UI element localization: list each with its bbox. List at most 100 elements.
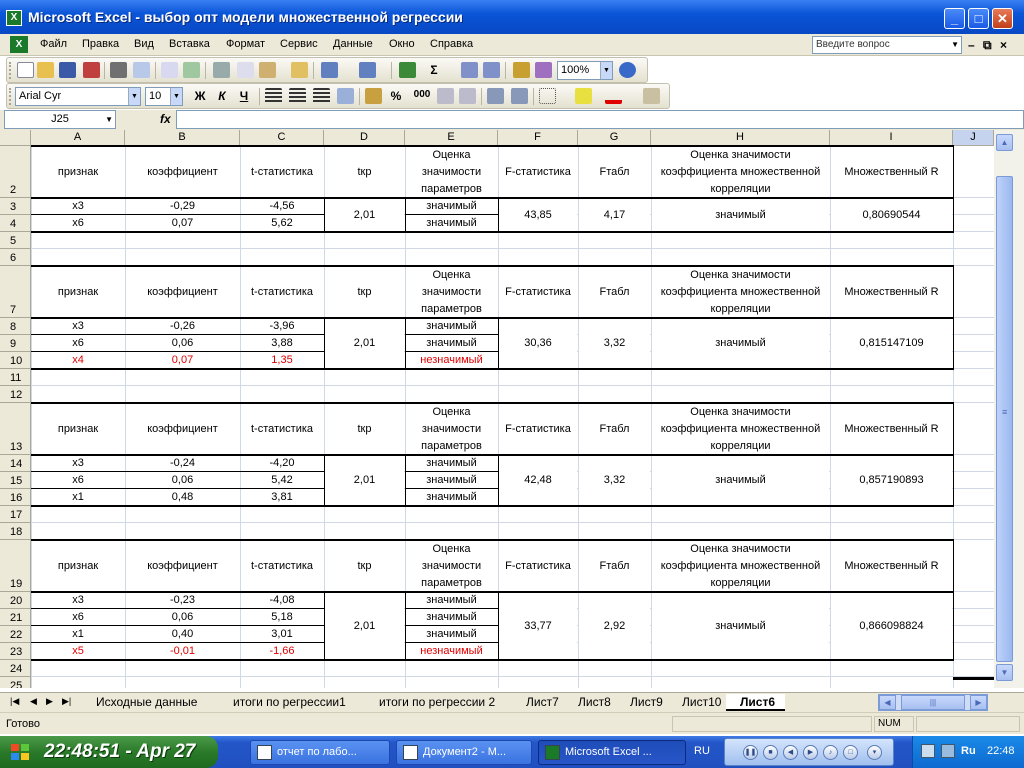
header-e[interactable]: Оценка значимости параметров [406,404,497,454]
cell-f-table[interactable]: 2,92 [579,593,650,659]
cell-coefficient[interactable]: 0,07 [126,216,239,231]
header-b[interactable]: коэффициент [126,404,239,454]
cell-t-statistic[interactable]: -4,56 [241,199,323,214]
chevron-down-icon[interactable]: ▼ [128,88,140,105]
align-left-icon[interactable] [265,88,282,104]
start-button[interactable]: 22:48:51 - Apr 27 [0,736,218,768]
cell-coefficient[interactable]: -0,29 [126,199,239,214]
bold-button[interactable]: Ж [191,89,209,103]
cell-feature[interactable]: x1 [32,490,124,505]
select-all-corner[interactable] [0,130,31,146]
save-icon[interactable] [59,62,76,78]
cell-t-critical[interactable]: 2,01 [325,319,404,368]
function-icon[interactable]: fx [160,112,171,126]
next-sheet-icon[interactable]: ▶ [46,696,53,707]
cell-multiple-r[interactable]: 0,866098824 [831,593,952,659]
task-word-document2[interactable]: Документ2 - М... [396,740,532,765]
cell-f-table[interactable]: 4,17 [579,199,650,231]
toolbar-options-icon[interactable] [643,88,660,104]
cell-coefficient[interactable]: -0,26 [126,319,239,334]
header-d[interactable]: tкр [325,541,404,591]
cell-multiple-r[interactable]: 0,80690544 [831,199,952,231]
first-sheet-icon[interactable]: |◀ [10,696,19,707]
row-header[interactable]: 7 [0,266,31,318]
header-d[interactable]: tкр [325,147,404,197]
sort-descending-icon[interactable] [483,62,500,78]
cell-param-significance[interactable]: значимый [406,490,497,505]
cell-t-statistic[interactable]: -3,96 [241,319,323,334]
vertical-scrollbar[interactable]: ▲ ≡ ▼ [994,130,1024,688]
menu-insert[interactable]: Вставка [169,38,210,50]
doc-close-button[interactable]: × [1000,38,1007,52]
cell-coefficient[interactable]: -0,01 [126,644,239,659]
cell-coefficient[interactable]: -0,23 [126,593,239,608]
row-header[interactable]: 6 [0,249,31,266]
row-header[interactable]: 14 [0,455,31,472]
row-header[interactable]: 13 [0,403,31,455]
align-right-icon[interactable] [313,88,330,104]
cell-coefficient[interactable]: 0,06 [126,610,239,625]
cell-feature[interactable]: x3 [32,319,124,334]
header-h[interactable]: Оценка значимости коэффициента множестве… [652,267,829,317]
zoom-select[interactable]: 100% ▼ [557,61,613,80]
header-i[interactable]: Множественный R [831,404,952,454]
row-header[interactable]: 22 [0,626,31,643]
title-bar[interactable]: X Microsoft Excel - выбор опт модели мно… [0,0,1024,34]
undo-icon[interactable] [321,62,338,78]
name-box[interactable]: J25 ▼ [4,110,116,129]
permission-icon[interactable] [83,62,100,78]
scroll-left-icon[interactable]: ◀ [879,695,896,710]
help-question-input[interactable]: Введите вопрос ▼ [812,36,962,54]
cell-t-statistic[interactable]: 3,88 [241,336,323,351]
header-e[interactable]: Оценка значимости параметров [406,267,497,317]
row-header[interactable]: 2 [0,146,31,198]
cell-f-statistic[interactable]: 42,48 [499,456,577,505]
cell-feature[interactable]: x6 [32,610,124,625]
merge-center-icon[interactable] [337,88,354,104]
display-icon[interactable] [941,744,955,758]
header-a[interactable]: признак [32,267,124,317]
percent-button[interactable]: % [387,89,405,103]
row-header[interactable]: 4 [0,215,31,232]
cell-t-statistic[interactable]: -4,20 [241,456,323,471]
task-excel[interactable]: Microsoft Excel ... [538,740,686,765]
column-header[interactable]: I [830,130,953,146]
minimize-button[interactable]: _ [944,8,965,29]
cell-param-significance[interactable]: значимый [406,319,497,334]
sheet-tab-source-data[interactable]: Исходные данные [82,694,197,711]
row-header[interactable]: 12 [0,386,31,403]
header-c[interactable]: t-статистика [241,147,323,197]
cell-f-statistic[interactable]: 30,36 [499,319,577,368]
fill-color-icon[interactable] [575,88,592,104]
header-f[interactable]: F-статистика [499,147,577,197]
cell-f-table[interactable]: 3,32 [579,319,650,368]
stop-icon[interactable]: ■ [763,745,778,760]
row-header[interactable]: 3 [0,198,31,215]
font-color-icon[interactable] [605,88,622,104]
research-icon[interactable] [183,62,200,78]
pause-icon[interactable]: ❚❚ [743,745,758,760]
cell-t-statistic[interactable]: 5,62 [241,216,323,231]
cell-correlation-significance[interactable]: значимый [652,593,829,659]
row-header[interactable]: 23 [0,643,31,660]
header-f[interactable]: F-статистика [499,404,577,454]
italic-button[interactable]: К [213,89,231,103]
row-header[interactable]: 21 [0,609,31,626]
cell-t-statistic[interactable]: 3,01 [241,627,323,642]
print-preview-icon[interactable] [133,62,150,78]
cell-correlation-significance[interactable]: значимый [652,199,829,231]
menu-data[interactable]: Данные [333,38,373,50]
scroll-right-icon[interactable]: ▶ [970,695,987,710]
row-header[interactable]: 9 [0,335,31,352]
cell-t-statistic[interactable]: 5,42 [241,473,323,488]
row-header[interactable]: 16 [0,489,31,506]
currency-icon[interactable] [365,88,382,104]
help-icon[interactable] [619,62,636,78]
cell-feature[interactable]: x3 [32,456,124,471]
autosum-icon[interactable]: Σ [425,63,443,77]
header-d[interactable]: tкр [325,267,404,317]
cell-param-significance[interactable]: значимый [406,627,497,642]
cell-param-significance[interactable]: значимый [406,593,497,608]
header-c[interactable]: t-статистика [241,404,323,454]
row-header[interactable]: 8 [0,318,31,335]
